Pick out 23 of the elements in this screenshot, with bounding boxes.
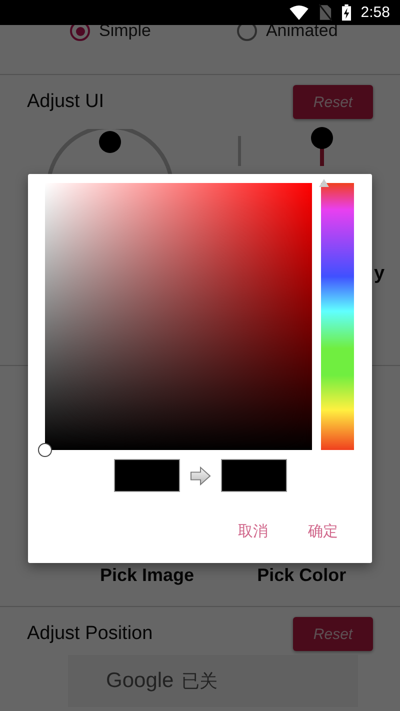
label-text: y	[374, 263, 385, 285]
section-title: Adjust UI	[27, 91, 104, 113]
status-time: 2:58	[360, 4, 390, 21]
reset-button[interactable]: Reset	[293, 85, 373, 119]
reset-button[interactable]: Reset	[293, 617, 373, 651]
no-sim-icon	[318, 4, 332, 21]
section-title: Adjust Position	[27, 623, 153, 645]
new-color-swatch	[220, 459, 286, 492]
dialog-button[interactable]: 确定	[308, 522, 338, 541]
arrow-right-icon	[190, 466, 210, 486]
picker-cursor[interactable]	[38, 443, 52, 457]
wifi-icon	[288, 5, 309, 20]
pick-button[interactable]: Pick Color	[257, 565, 346, 586]
pick-button[interactable]: Pick Image	[100, 565, 194, 586]
ad-text: 已关	[182, 670, 218, 693]
old-color-swatch	[114, 459, 180, 492]
battery-charging-icon	[342, 4, 351, 21]
hue-marker[interactable]	[319, 179, 329, 187]
ad-brand: Google	[106, 669, 174, 693]
radio-label: Animated	[266, 21, 338, 41]
dialog-button[interactable]: 取消	[238, 522, 268, 541]
slider-handle[interactable]	[310, 126, 334, 166]
radio-label: Simple	[99, 21, 151, 41]
